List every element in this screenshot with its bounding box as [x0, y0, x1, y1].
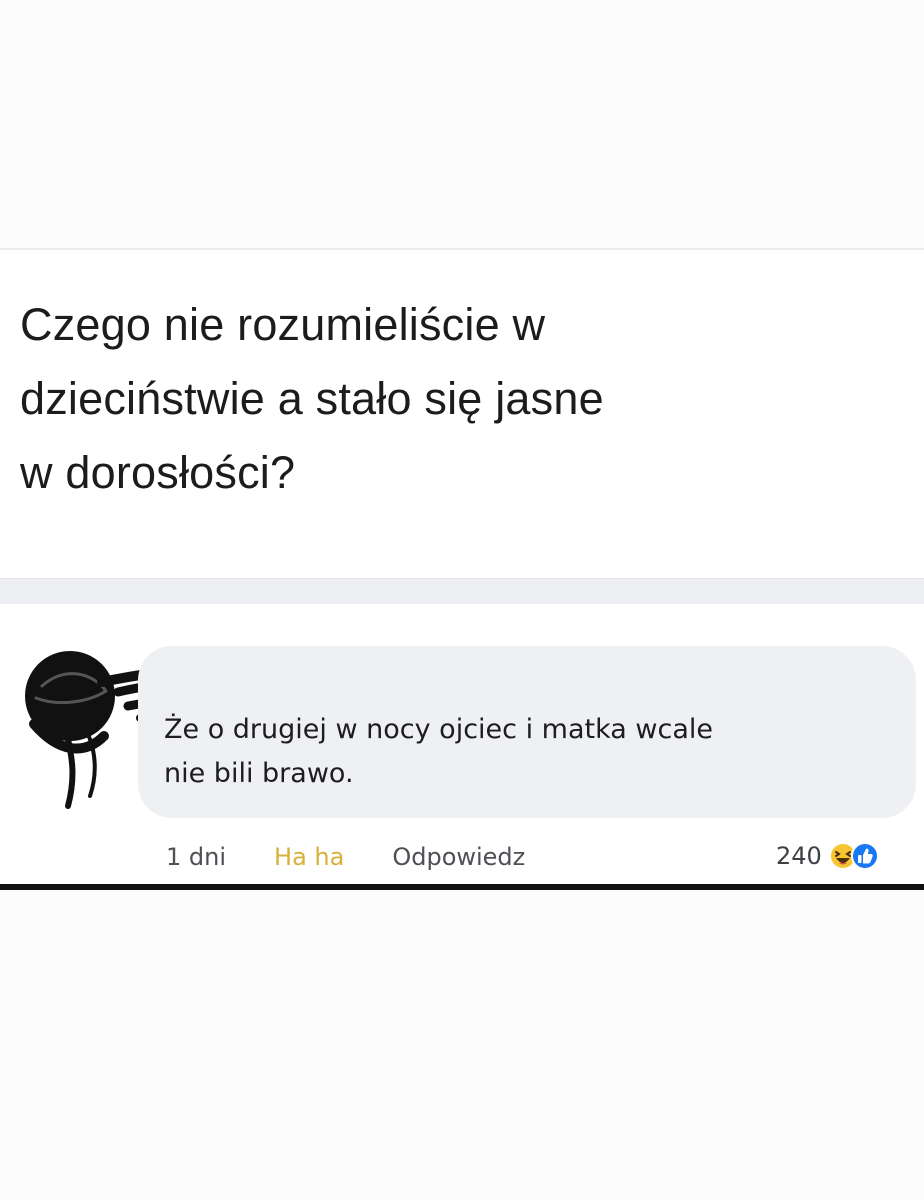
- post-card: Czego nie rozumieliście w dzieciństwie a…: [0, 248, 924, 580]
- lower-blank-area: [0, 890, 924, 1200]
- comment-text: Że o drugiej w nocy ojciec i matka wcale…: [164, 714, 713, 789]
- reply-button[interactable]: Odpowiedz: [392, 843, 525, 871]
- comment-time: 1 dni: [166, 843, 227, 871]
- reaction-count: 240: [776, 842, 822, 870]
- post-text: Czego nie rozumieliście w dzieciństwie a…: [20, 299, 604, 498]
- reaction-summary[interactable]: 240: [776, 836, 880, 876]
- like-icon: [850, 842, 879, 870]
- comment-actions: 1 dni Ha ha Odpowiedz: [166, 840, 525, 874]
- reaction-button[interactable]: Ha ha: [274, 843, 344, 871]
- reaction-icons: [828, 841, 880, 871]
- comment-area: Że o drugiej w nocy ojciec i matka wcale…: [0, 604, 924, 886]
- comment-bubble: Że o drugiej w nocy ojciec i matka wcale…: [138, 646, 916, 818]
- section-separator: [0, 578, 924, 605]
